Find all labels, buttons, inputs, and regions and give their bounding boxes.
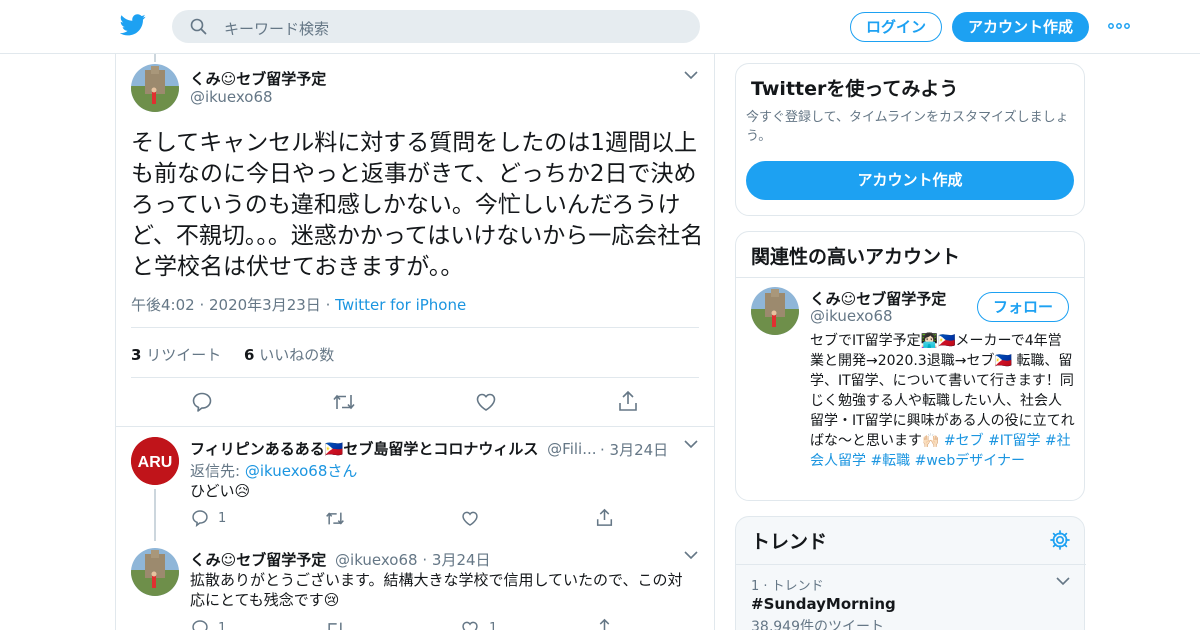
tweet-timestamp[interactable]: 午後4:02 · 2020年3月23日 [131, 296, 321, 314]
related-account-bio: セブでIT留学予定👩🏻‍💻🇵🇭メーカーで4年営業と開発→2020.3退職→セブ🇵… [810, 331, 1075, 471]
reply-to: 返信先: @ikuexo68さん [190, 460, 357, 481]
trend-count: 38,949件のツイート [751, 619, 884, 630]
like-count: 6 [244, 346, 255, 364]
like-icon[interactable] [461, 510, 479, 527]
avatar-photo [131, 64, 179, 112]
reply-count: 1 [218, 511, 227, 526]
twitter-bird-icon[interactable] [120, 14, 146, 36]
chevron-down-icon[interactable] [1056, 577, 1070, 586]
reply-count: 1 [218, 621, 227, 630]
reply-to-handle[interactable]: @ikuexo68 [245, 462, 328, 480]
avatar-photo [751, 287, 799, 335]
related-accounts-card: 関連性の高いアカウント くみ☺︎セブ留学予定 @ikuexo68 フォロー セブ… [735, 231, 1085, 501]
divider [736, 564, 1086, 565]
like-icon[interactable] [461, 620, 479, 630]
related-card-title: 関連性の高いアカウント [751, 246, 961, 268]
related-account-handle[interactable]: @ikuexo68 [810, 307, 893, 325]
signup-card-description: 今すぐ登録して、タイムラインをカスタマイズしましょう。 [746, 110, 1069, 144]
retweet-stat[interactable]: 3 リツイート [131, 346, 226, 364]
reply-icon[interactable] [191, 619, 209, 630]
retweet-icon[interactable] [332, 392, 356, 412]
follow-button[interactable]: フォロー [977, 292, 1069, 322]
retweet-icon[interactable] [325, 510, 345, 527]
tweet-source-link[interactable]: Twitter for iPhone [335, 296, 466, 314]
tweet-meta: 午後4:02 · 2020年3月23日 · Twitter for iPhone [131, 294, 466, 315]
avatar[interactable]: ARU [131, 437, 179, 485]
related-account-name[interactable]: くみ☺︎セブ留学予定 [810, 288, 946, 309]
thread-line [154, 54, 156, 62]
reply-to-suffix: さん [327, 462, 358, 480]
reply-date[interactable]: · 3月24日 [422, 551, 490, 569]
aru-logo: ARU [131, 437, 179, 485]
reply-to-label: 返信先: [190, 462, 241, 480]
reply-header: フィリピンあるある🇵🇭セブ島留学とコロナウィルス @Fili... [190, 438, 597, 459]
chevron-down-icon[interactable] [684, 71, 698, 80]
trends-card: トレンド 1 · トレンド #SundayMorning 38,949件のツイー… [735, 516, 1086, 630]
reply-author-name[interactable]: くみ☺︎セブ留学予定 [190, 551, 326, 569]
retweet-label: リツイート [146, 346, 222, 364]
retweet-count: 3 [131, 346, 142, 364]
retweet-icon[interactable] [325, 620, 345, 630]
share-icon[interactable] [618, 390, 638, 412]
reply-date[interactable]: · 3月24日 [600, 439, 668, 460]
search-icon [190, 18, 207, 35]
share-icon[interactable] [596, 618, 613, 630]
search-input[interactable]: キーワード検索 [224, 18, 329, 39]
top-bar: キーワード検索 ログイン アカウント作成 [0, 0, 1200, 54]
divider [131, 327, 699, 328]
reply-author-handle[interactable]: @ikuexo68 [335, 551, 418, 569]
like-label: いいねの数 [259, 346, 335, 364]
reply-author-handle[interactable]: @Fili... [547, 440, 596, 458]
search-bar[interactable]: キーワード検索 [172, 10, 700, 43]
reply-icon[interactable] [191, 509, 209, 527]
divider [131, 377, 699, 378]
reply-author-name[interactable]: フィリピンあるある🇵🇭セブ島留学とコロナウィルス [190, 440, 538, 458]
trend-rank: 1 · トレンド [751, 579, 824, 594]
tweet-author-handle[interactable]: @ikuexo68 [190, 88, 273, 106]
reply-text: ひどい😥 [190, 482, 251, 500]
svg-text:ARU: ARU [138, 454, 173, 471]
thread-line [154, 489, 156, 541]
avatar[interactable] [751, 287, 799, 335]
chevron-down-icon[interactable] [684, 551, 698, 560]
gear-icon[interactable] [1049, 529, 1071, 551]
divider [116, 426, 714, 427]
avatar[interactable] [131, 64, 179, 112]
like-count: 1 [489, 621, 498, 630]
tweet-author-name[interactable]: くみ☺︎セブ留学予定 [190, 68, 326, 89]
tweet-text: そしてキャンセル料に対する質問をしたのは1週間以上も前なのに今日やっと返事がきて… [131, 130, 704, 280]
signup-card-title: Twitterを使ってみよう [751, 78, 959, 100]
more-icon[interactable] [1108, 23, 1130, 29]
avatar-photo [131, 548, 179, 596]
trends-title: トレンド [751, 531, 828, 553]
meta-separator: · [325, 296, 331, 314]
signup-card-button[interactable]: アカウント作成 [746, 161, 1074, 200]
trend-name[interactable]: #SundayMorning [751, 595, 896, 613]
signup-card: Twitterを使ってみよう 今すぐ登録して、タイムラインをカスタマイズしましょ… [735, 63, 1085, 216]
like-icon[interactable] [475, 392, 497, 412]
signup-button[interactable]: アカウント作成 [952, 12, 1089, 42]
bio-text: セブでIT留学予定👩🏻‍💻🇵🇭メーカーで4年営業と開発→2020.3退職→セブ🇵… [810, 333, 1075, 449]
login-button[interactable]: ログイン [850, 12, 942, 42]
avatar[interactable] [131, 548, 179, 596]
chevron-down-icon[interactable] [684, 440, 698, 449]
share-icon[interactable] [596, 508, 613, 527]
divider [736, 277, 1084, 278]
reply-header: くみ☺︎セブ留学予定 @ikuexo68 · 3月24日 [190, 549, 491, 570]
reply-icon[interactable] [191, 391, 213, 413]
like-stat[interactable]: 6 いいねの数 [244, 346, 334, 364]
reply-text: 拡散ありがとうございます。結構大きな学校で信用していたので、この対応にとても残念… [190, 571, 683, 609]
tweet-stats: 3 リツイート 6 いいねの数 [131, 344, 334, 365]
